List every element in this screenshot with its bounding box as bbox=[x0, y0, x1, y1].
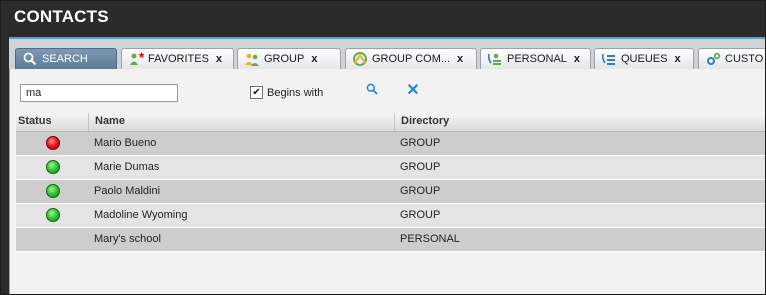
close-tab-group-common-icon[interactable]: x bbox=[457, 53, 463, 65]
tab-group[interactable]: GROUP x bbox=[237, 48, 341, 69]
table-row[interactable]: Mary's school PERSONAL bbox=[16, 228, 765, 252]
close-tab-favorites-icon[interactable]: x bbox=[216, 53, 222, 65]
custom-icon bbox=[705, 51, 721, 67]
personal-icon bbox=[487, 51, 503, 67]
search-button[interactable] bbox=[364, 83, 380, 99]
contact-name: Mario Bueno bbox=[94, 137, 157, 149]
tab-label: QUEUES bbox=[621, 53, 668, 65]
status-busy-icon bbox=[46, 136, 60, 150]
tab-label: GROUP bbox=[264, 53, 305, 65]
contact-name: Mary's school bbox=[94, 233, 161, 245]
contact-directory: GROUP bbox=[400, 137, 441, 149]
tab-group-common[interactable]: GROUP COM... x bbox=[345, 48, 477, 69]
search-icon bbox=[22, 51, 38, 67]
search-content: ✔ Begins with ✕ Status Name Directory Ma… bbox=[9, 69, 765, 294]
tab-custom[interactable]: CUSTO bbox=[698, 48, 765, 69]
table-row[interactable]: Marie Dumas GROUP bbox=[16, 156, 765, 180]
begins-with-label: Begins with bbox=[267, 86, 324, 99]
status-available-icon bbox=[46, 184, 60, 198]
contacts-table: Status Name Directory Mario Bueno GROUP … bbox=[16, 113, 765, 252]
status-available-icon bbox=[46, 160, 60, 174]
close-tab-personal-icon[interactable]: x bbox=[574, 53, 580, 65]
contact-name: Marie Dumas bbox=[94, 161, 160, 173]
search-icon bbox=[366, 82, 378, 100]
tab-label: SEARCH bbox=[42, 53, 88, 65]
contacts-panel: CONTACTS SEARCH ★ FAVORITES x GROUP x bbox=[0, 0, 766, 295]
group-icon bbox=[244, 51, 260, 67]
table-row[interactable]: Paolo Maldini GROUP bbox=[16, 180, 765, 204]
panel-title: CONTACTS bbox=[14, 7, 109, 26]
favorites-star-icon: ★ bbox=[128, 51, 144, 67]
table-row[interactable]: Madoline Wyoming GROUP bbox=[16, 204, 765, 228]
begins-with-option[interactable]: ✔ Begins with bbox=[250, 86, 323, 99]
tab-label: GROUP COM... bbox=[372, 53, 451, 65]
search-input[interactable] bbox=[20, 84, 178, 102]
contact-name: Paolo Maldini bbox=[94, 185, 161, 197]
close-tab-queues-icon[interactable]: x bbox=[674, 53, 680, 65]
group-common-icon bbox=[352, 51, 368, 67]
contact-directory: GROUP bbox=[400, 209, 441, 221]
tab-favorites[interactable]: ★ FAVORITES x bbox=[121, 48, 234, 69]
table-header: Status Name Directory bbox=[16, 113, 765, 132]
contact-directory: GROUP bbox=[400, 161, 441, 173]
clear-search-button[interactable]: ✕ bbox=[405, 82, 421, 99]
contact-directory: PERSONAL bbox=[400, 233, 460, 245]
tab-queues[interactable]: QUEUES x bbox=[594, 48, 694, 69]
tab-strip: SEARCH ★ FAVORITES x GROUP x GROUP COM..… bbox=[9, 39, 765, 69]
column-header-directory[interactable]: Directory bbox=[394, 113, 765, 131]
column-header-status[interactable]: Status bbox=[18, 115, 52, 127]
close-tab-group-icon[interactable]: x bbox=[311, 53, 317, 65]
contact-name: Madoline Wyoming bbox=[94, 209, 188, 221]
contact-directory: GROUP bbox=[400, 185, 441, 197]
close-icon: ✕ bbox=[406, 82, 420, 99]
tab-search[interactable]: SEARCH bbox=[15, 48, 117, 69]
svg-text:★: ★ bbox=[138, 51, 145, 61]
status-available-icon bbox=[46, 208, 60, 222]
tab-label: CUSTO bbox=[725, 53, 764, 65]
column-header-name[interactable]: Name bbox=[88, 113, 388, 131]
begins-with-checkbox[interactable]: ✔ bbox=[250, 86, 263, 99]
tab-personal[interactable]: PERSONAL x bbox=[480, 48, 591, 69]
queues-icon bbox=[601, 51, 617, 67]
tab-label: FAVORITES bbox=[148, 53, 209, 65]
tab-label: PERSONAL bbox=[507, 53, 567, 65]
table-row[interactable]: Mario Bueno GROUP bbox=[16, 132, 765, 156]
